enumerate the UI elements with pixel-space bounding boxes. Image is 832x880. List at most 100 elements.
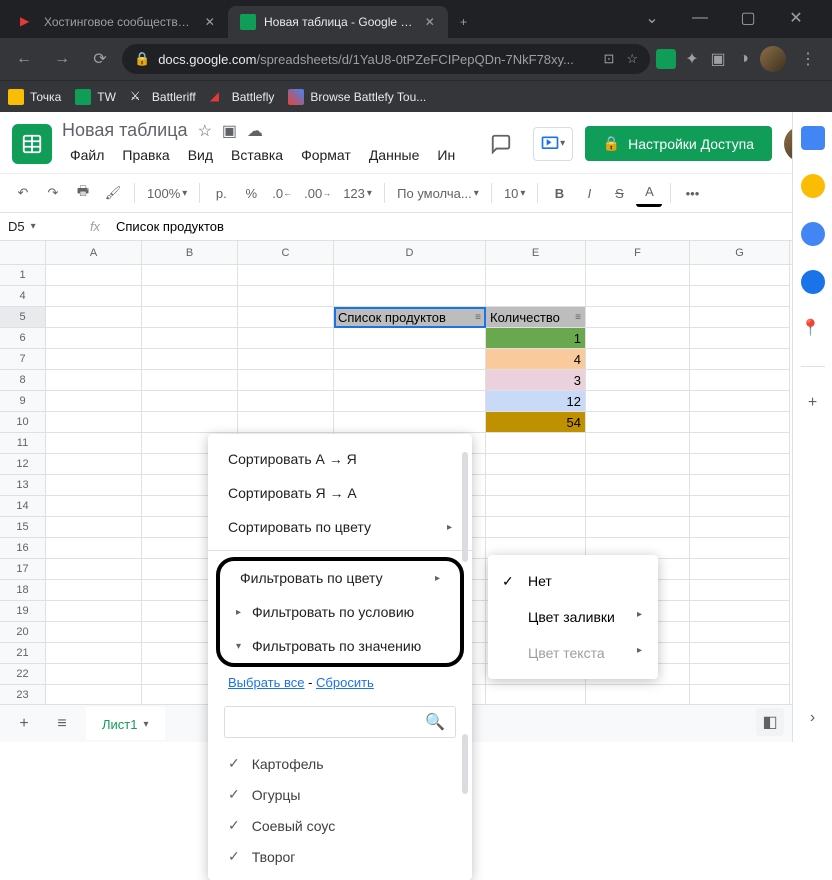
- cell[interactable]: [486, 454, 586, 475]
- cell[interactable]: [690, 391, 790, 412]
- cell[interactable]: [46, 559, 142, 580]
- cell[interactable]: [690, 475, 790, 496]
- cell[interactable]: [690, 538, 790, 559]
- cell[interactable]: [46, 349, 142, 370]
- row-header[interactable]: 9: [0, 391, 45, 412]
- cell[interactable]: [690, 685, 790, 706]
- cell[interactable]: [46, 370, 142, 391]
- cell[interactable]: [46, 433, 142, 454]
- sort-by-color-item[interactable]: Сортировать по цвету▸: [208, 510, 472, 544]
- cell[interactable]: [46, 538, 142, 559]
- cell[interactable]: [586, 328, 690, 349]
- filter-value-item[interactable]: ✓Огурцы: [224, 779, 456, 810]
- star-icon[interactable]: ☆: [198, 121, 212, 141]
- row-header[interactable]: 8: [0, 370, 45, 391]
- cell[interactable]: [690, 559, 790, 580]
- select-all-link[interactable]: Выбрать все: [228, 675, 304, 690]
- cell[interactable]: [46, 412, 142, 433]
- redo-button[interactable]: ↷: [40, 179, 66, 207]
- cell[interactable]: [46, 664, 142, 685]
- cell[interactable]: [690, 265, 790, 286]
- cell[interactable]: [238, 412, 334, 433]
- format-select[interactable]: 123▾: [339, 179, 376, 207]
- print-button[interactable]: 🖶: [70, 179, 96, 207]
- cell[interactable]: [690, 643, 790, 664]
- cell[interactable]: [586, 685, 690, 706]
- document-title[interactable]: Новая таблица: [62, 120, 188, 141]
- reload-button[interactable]: ⟳: [84, 43, 116, 75]
- maps-icon[interactable]: 📍: [801, 318, 825, 342]
- cell[interactable]: [586, 412, 690, 433]
- submenu-text-color[interactable]: Цвет текста▸: [488, 635, 658, 671]
- filter-value-item[interactable]: ✓Соевый соус: [224, 810, 456, 841]
- cell[interactable]: [690, 496, 790, 517]
- filter-search[interactable]: 🔍: [224, 706, 456, 738]
- cell[interactable]: [238, 391, 334, 412]
- cell[interactable]: [238, 286, 334, 307]
- column-header[interactable]: C: [238, 241, 334, 264]
- cell[interactable]: [586, 496, 690, 517]
- column-header[interactable]: A: [46, 241, 142, 264]
- cell[interactable]: [142, 370, 238, 391]
- submenu-none[interactable]: Нет: [488, 563, 658, 599]
- sheet-tab[interactable]: Лист1▾: [86, 707, 165, 740]
- back-button[interactable]: ←: [8, 43, 40, 75]
- cell[interactable]: [486, 496, 586, 517]
- hide-panel-icon[interactable]: ›: [801, 706, 825, 730]
- paint-format-button[interactable]: 🖌: [100, 179, 126, 207]
- cell[interactable]: [486, 286, 586, 307]
- decrease-decimal-button[interactable]: .0←: [268, 179, 296, 207]
- row-header[interactable]: 13: [0, 475, 45, 496]
- column-header[interactable]: G: [690, 241, 790, 264]
- cell[interactable]: [238, 307, 334, 328]
- all-sheets-button[interactable]: ≡: [48, 710, 76, 738]
- address-bar[interactable]: 🔒 docs.google.com/spreadsheets/d/1YaU8-0…: [122, 44, 650, 74]
- cell[interactable]: [690, 412, 790, 433]
- share-button[interactable]: 🔒 Настройки Доступа: [585, 126, 772, 161]
- bookmark-item[interactable]: ◢Battlefly: [210, 89, 275, 105]
- submenu-fill-color[interactable]: Цвет заливки▸: [488, 599, 658, 635]
- close-icon[interactable]: ✕: [424, 15, 436, 29]
- row-header[interactable]: 20: [0, 622, 45, 643]
- name-box[interactable]: D5▾: [0, 219, 80, 234]
- cell[interactable]: [46, 496, 142, 517]
- increase-decimal-button[interactable]: .00→: [300, 179, 335, 207]
- cell[interactable]: [586, 349, 690, 370]
- cell[interactable]: [46, 328, 142, 349]
- row-header[interactable]: 6: [0, 328, 45, 349]
- formula-bar[interactable]: [110, 219, 832, 234]
- bold-button[interactable]: B: [546, 179, 572, 207]
- font-size-select[interactable]: 10▾: [500, 179, 530, 207]
- minimize-icon[interactable]: —: [688, 6, 712, 30]
- extension-icon[interactable]: ◑: [734, 49, 754, 69]
- column-header[interactable]: E: [486, 241, 586, 264]
- extension-icon[interactable]: ▣: [708, 49, 728, 69]
- undo-button[interactable]: ↶: [10, 179, 36, 207]
- add-addon-icon[interactable]: +: [801, 391, 825, 415]
- contacts-icon[interactable]: [801, 270, 825, 294]
- translate-icon[interactable]: ⊡: [603, 51, 614, 67]
- cell[interactable]: [142, 286, 238, 307]
- filter-value-item[interactable]: ✓Картофель: [224, 748, 456, 779]
- cell[interactable]: [586, 454, 690, 475]
- filter-by-color-item[interactable]: Фильтровать по цвету▸: [220, 561, 460, 595]
- cell[interactable]: [334, 412, 486, 433]
- cell[interactable]: [690, 517, 790, 538]
- new-tab-button[interactable]: +: [448, 6, 479, 38]
- bookmark-item[interactable]: Browse Battlefy Tou...: [288, 89, 426, 105]
- cell[interactable]: [586, 433, 690, 454]
- menu-файл[interactable]: Файл: [62, 143, 112, 167]
- menu-вид[interactable]: Вид: [180, 143, 221, 167]
- cell[interactable]: 1: [486, 328, 586, 349]
- sheets-logo-icon[interactable]: [12, 124, 52, 164]
- row-header[interactable]: 4: [0, 286, 45, 307]
- cell[interactable]: [238, 370, 334, 391]
- filter-by-value-item[interactable]: Фильтровать по значению: [220, 629, 460, 663]
- tasks-icon[interactable]: [801, 222, 825, 246]
- currency-button[interactable]: р.: [208, 179, 234, 207]
- cell[interactable]: 4: [486, 349, 586, 370]
- cell[interactable]: [46, 286, 142, 307]
- row-header[interactable]: 5: [0, 307, 45, 328]
- sort-za-item[interactable]: Сортировать Я → А: [208, 476, 472, 510]
- row-header[interactable]: 15: [0, 517, 45, 538]
